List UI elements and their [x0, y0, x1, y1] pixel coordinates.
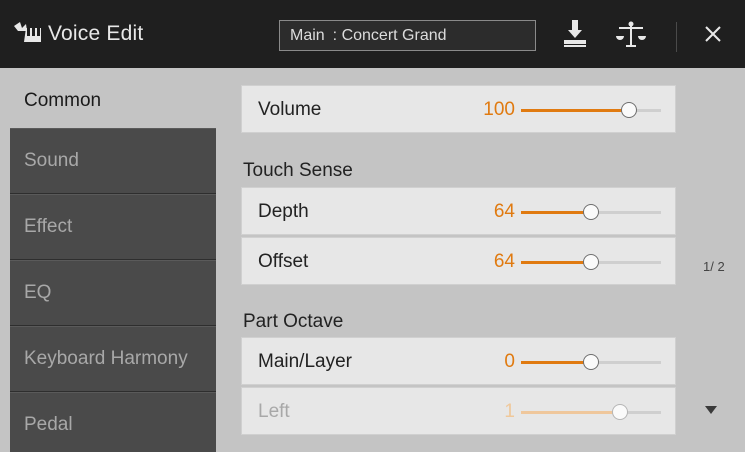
save-icon	[564, 20, 586, 47]
tab-pedal[interactable]: Pedal	[10, 392, 216, 452]
tab-common-label: Common	[24, 90, 102, 111]
tab-keyboard-harmony-label: Keyboard Harmony	[24, 348, 188, 369]
depth-value: 64	[493, 201, 515, 222]
tab-effect[interactable]: Effect	[10, 194, 216, 260]
depth-label: Depth	[258, 201, 309, 222]
main-layer-slider[interactable]	[521, 354, 661, 370]
offset-slider-knob[interactable]	[583, 254, 599, 270]
depth-slider[interactable]	[521, 204, 661, 220]
tab-pedal-label: Pedal	[24, 414, 73, 435]
balance-button[interactable]	[608, 12, 654, 56]
main-layer-label: Main/Layer	[258, 351, 352, 372]
main-layer-value: 0	[504, 351, 515, 372]
offset-value: 64	[493, 251, 515, 272]
main-layer-row[interactable]: Main/Layer 0	[241, 337, 676, 385]
volume-slider-knob[interactable]	[620, 102, 637, 118]
main-layer-slider-knob[interactable]	[583, 354, 599, 370]
volume-value: 100	[483, 99, 515, 120]
volume-slider-fill	[521, 109, 629, 112]
title-bar: Voice Edit Main : Concert Grand	[0, 0, 745, 68]
page-title: Voice Edit	[48, 22, 144, 45]
tab-effect-label: Effect	[24, 216, 73, 237]
main-layer-slider-fill	[521, 361, 591, 364]
close-icon	[705, 26, 721, 42]
title-bar-divider	[676, 22, 677, 52]
balance-icon	[616, 21, 646, 47]
left-label: Left	[258, 401, 290, 422]
depth-slider-fill	[521, 211, 591, 214]
left-value: 1	[504, 401, 515, 422]
close-button[interactable]	[690, 12, 736, 56]
volume-slider[interactable]	[521, 102, 661, 118]
keyboard-voice-icon	[14, 22, 41, 42]
depth-slider-knob[interactable]	[583, 204, 599, 220]
page-indicator: 1/ 2	[703, 259, 725, 274]
offset-slider[interactable]	[521, 254, 661, 270]
scroll-down-arrow-icon[interactable]	[702, 402, 720, 418]
left-slider	[521, 404, 661, 420]
left-slider-knob	[612, 404, 629, 420]
part-octave-heading: Part Octave	[243, 311, 344, 332]
tab-keyboard-harmony[interactable]: Keyboard Harmony	[10, 326, 216, 392]
volume-label: Volume	[258, 99, 322, 120]
offset-label: Offset	[258, 251, 309, 272]
offset-row[interactable]: Offset 64	[241, 237, 676, 285]
touch-sense-heading: Touch Sense	[243, 160, 353, 181]
left-slider-fill	[521, 411, 621, 414]
tab-sound-label: Sound	[24, 150, 79, 171]
depth-row[interactable]: Depth 64	[241, 187, 676, 235]
tab-eq-label: EQ	[24, 282, 52, 303]
tab-eq[interactable]: EQ	[10, 260, 216, 326]
left-row: Left 1	[241, 387, 676, 435]
offset-slider-fill	[521, 261, 591, 264]
tab-common[interactable]: Common	[10, 68, 226, 134]
voice-name-display[interactable]: Main : Concert Grand	[279, 20, 536, 51]
save-button[interactable]	[552, 12, 598, 56]
volume-row[interactable]: Volume 100	[241, 85, 676, 133]
tab-sound[interactable]: Sound	[10, 128, 216, 194]
sidebar-edge	[0, 68, 10, 452]
